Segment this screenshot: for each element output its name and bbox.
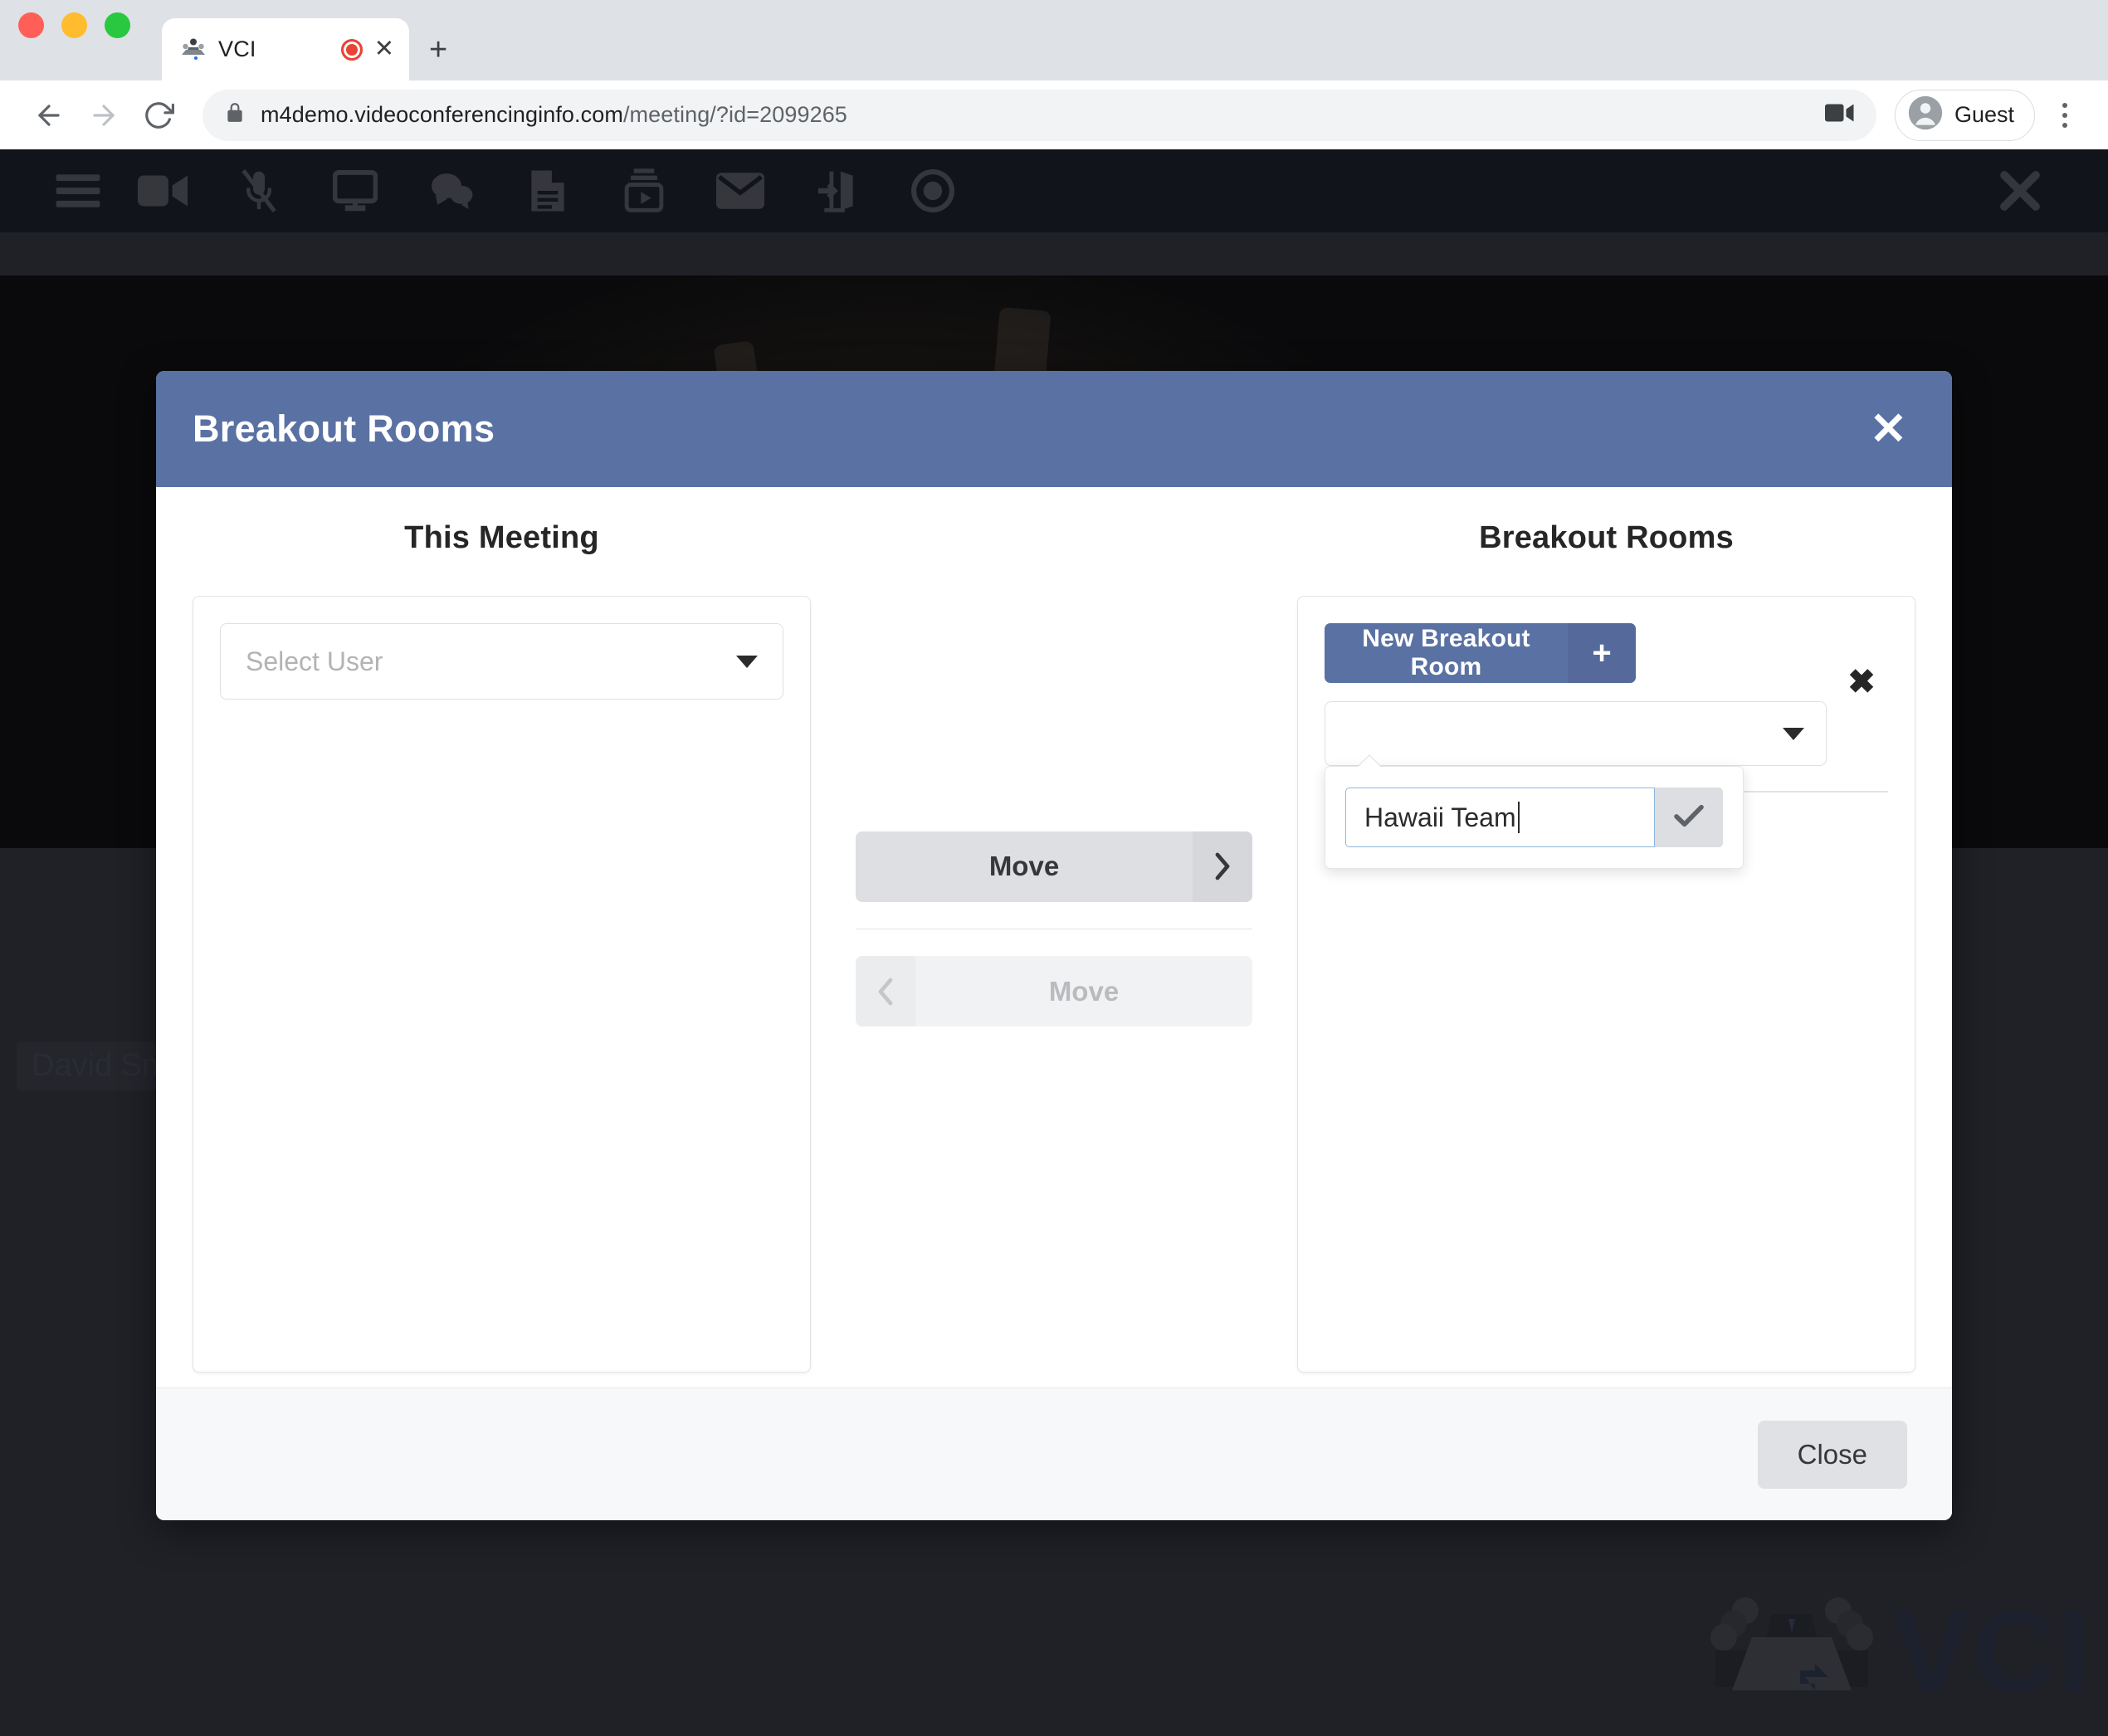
room-name-input[interactable]: Hawaii Team [1345, 788, 1655, 847]
media-player-icon[interactable] [596, 149, 692, 232]
close-icon[interactable] [1972, 149, 2068, 232]
video-conference-app: David Smith VCI Breakout Rooms ✕ This Me… [0, 149, 2108, 1736]
move-left-label: Move [1048, 975, 1120, 1007]
conference-table-logo-icon [1709, 1574, 1875, 1728]
breakout-room-row: ✖ Hawaii Team [1325, 666, 1888, 869]
vci-watermark: VCI [1709, 1574, 2091, 1728]
screen-share-icon[interactable] [307, 149, 403, 232]
chevron-left-icon [856, 956, 915, 1027]
browser-toolbar: m4demo.videoconferencinginfo.com/meeting… [0, 80, 2108, 149]
dialog-close-icon[interactable]: ✕ [1870, 407, 1907, 451]
browser-tab[interactable]: VCI ✕ [162, 18, 409, 80]
window-traffic-lights [18, 0, 130, 80]
watermark-text: VCI [1892, 1585, 2091, 1716]
chevron-right-icon [1193, 831, 1252, 902]
record-icon[interactable] [885, 149, 981, 232]
text-cursor [1517, 802, 1520, 833]
this-meeting-panel: Select User [193, 596, 811, 1373]
dialog-body: This Meeting Select User Move Move Break… [156, 487, 1952, 1387]
tab-strip: VCI ✕ + [0, 0, 2108, 80]
checkmark-icon [1673, 803, 1705, 832]
remove-breakout-room-icon[interactable]: ✖ [1835, 650, 1888, 714]
plus-icon: + [1568, 623, 1636, 683]
this-meeting-heading: This Meeting [404, 520, 599, 555]
profile-button[interactable]: Guest [1894, 89, 2035, 141]
window-close-button[interactable] [18, 12, 44, 38]
breakout-rooms-dialog: Breakout Rooms ✕ This Meeting Select Use… [156, 371, 1952, 1520]
window-maximize-button[interactable] [105, 12, 130, 38]
tab-close-icon[interactable]: ✕ [374, 37, 394, 61]
window-minimize-button[interactable] [61, 12, 87, 38]
move-controls: Move Move [811, 471, 1297, 1387]
recording-indicator-icon [340, 38, 363, 61]
new-breakout-room-button[interactable]: New Breakout Room + [1325, 623, 1636, 683]
omnibox-right-icons [1824, 101, 1855, 129]
breakout-rooms-heading: Breakout Rooms [1479, 520, 1734, 555]
conference-table-favicon [180, 37, 207, 63]
move-right-button[interactable]: Move [856, 831, 1252, 902]
select-user-dropdown[interactable]: Select User [220, 623, 783, 700]
url-path: /meeting/?id=2099265 [622, 102, 847, 127]
breakout-rooms-column: Breakout Rooms New Breakout Room + ✖ Haw… [1297, 520, 1915, 1387]
dialog-header: Breakout Rooms ✕ [156, 371, 1952, 487]
lock-icon [224, 101, 246, 129]
back-arrow-icon[interactable] [22, 88, 76, 143]
this-meeting-column: This Meeting Select User [193, 520, 811, 1387]
room-name-value: Hawaii Team [1364, 802, 1516, 832]
hamburger-menu-icon[interactable] [40, 149, 115, 232]
mail-envelope-icon[interactable] [692, 149, 788, 232]
url-domain: m4demo.videoconferencinginfo.com [261, 102, 623, 127]
forward-arrow-icon[interactable] [76, 88, 131, 143]
chat-bubbles-icon[interactable] [403, 149, 500, 232]
camera-permission-icon[interactable] [1824, 101, 1855, 129]
move-left-button[interactable]: Move [856, 956, 1252, 1027]
person-avatar-icon [1907, 95, 1944, 135]
video-camera-icon[interactable] [115, 149, 211, 232]
new-room-name-row: Hawaii Team [1345, 788, 1723, 847]
reload-icon[interactable] [131, 88, 186, 143]
leave-room-icon[interactable] [788, 149, 885, 232]
move-controls-column: Move Move [811, 520, 1297, 1387]
caret-down-icon [736, 655, 758, 668]
url-text: m4demo.videoconferencinginfo.com/meeting… [261, 102, 847, 128]
dialog-title: Breakout Rooms [193, 407, 495, 450]
confirm-room-name-button[interactable] [1655, 788, 1723, 847]
browser-window: VCI ✕ + m4demo.videoconferencinginfo.com… [0, 0, 2108, 1736]
close-button[interactable]: Close [1757, 1420, 1907, 1489]
breakout-room-user-dropdown[interactable] [1325, 701, 1827, 766]
move-divider [856, 928, 1252, 930]
select-user-placeholder: Select User [246, 646, 383, 676]
breakout-rooms-panel: New Breakout Room + ✖ Hawaii Team [1297, 596, 1915, 1373]
address-bar[interactable]: m4demo.videoconferencinginfo.com/meeting… [203, 89, 1876, 141]
tab-title: VCI [218, 37, 256, 61]
profile-name: Guest [1954, 102, 2014, 127]
dialog-footer: Close [156, 1387, 1952, 1520]
new-breakout-room-label: New Breakout Room [1362, 625, 1530, 680]
new-tab-button[interactable]: + [429, 34, 447, 66]
microphone-muted-icon[interactable] [211, 149, 307, 232]
move-right-label: Move [988, 851, 1060, 882]
app-toolbar [0, 149, 2108, 232]
document-icon[interactable] [500, 149, 596, 232]
caret-down-icon [1783, 727, 1804, 740]
kebab-menu-icon[interactable] [2043, 102, 2086, 128]
new-room-name-popover: Hawaii Team [1325, 754, 1744, 869]
